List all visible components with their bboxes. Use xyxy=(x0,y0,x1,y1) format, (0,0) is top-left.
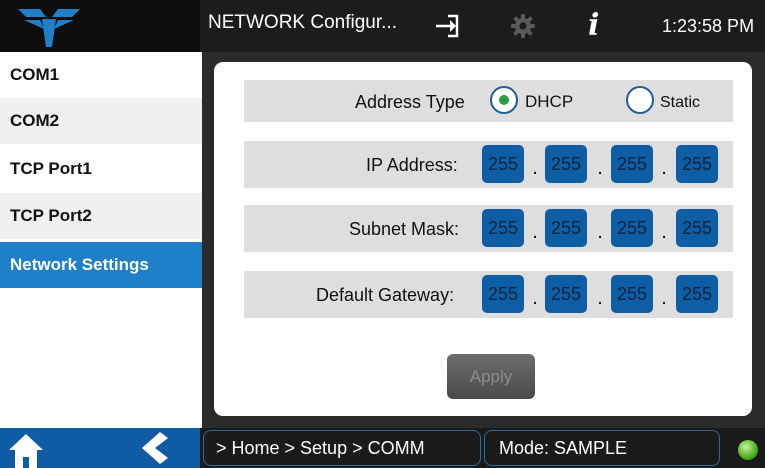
dhcp-radio[interactable] xyxy=(490,86,518,114)
subnet-octet-3[interactable]: 255 xyxy=(611,209,653,247)
sidebar-item-network-settings[interactable]: Network Settings xyxy=(0,242,202,288)
sidebar-item-tcp-port2[interactable]: TCP Port2 xyxy=(0,193,202,239)
page-title: NETWORK Configur... xyxy=(208,12,397,33)
subnet-separator: . xyxy=(661,221,667,243)
ip-octet-1[interactable]: 255 xyxy=(482,145,524,183)
sidebar-item-com2[interactable]: COM2 xyxy=(0,98,202,144)
subnet-octet-2[interactable]: 255 xyxy=(545,209,587,247)
default-gateway-label: Default Gateway: xyxy=(316,285,455,305)
mode-status: Mode: SAMPLE xyxy=(484,430,720,466)
gateway-octet-3[interactable]: 255 xyxy=(611,275,653,313)
back-icon xyxy=(142,432,168,464)
breadcrumb: > Home > Setup > COMM xyxy=(203,430,481,466)
sidebar-item-com1[interactable]: COM1 xyxy=(0,52,202,98)
sidebar: COM1 COM2 TCP Port1 TCP Port2 Network Se… xyxy=(0,52,202,428)
ip-octet-4[interactable]: 255 xyxy=(676,145,718,183)
home-icon xyxy=(9,434,43,468)
logo xyxy=(0,0,200,52)
ip-separator: . xyxy=(532,157,538,179)
static-radio-label[interactable]: Static xyxy=(660,94,700,112)
apply-button[interactable]: Apply xyxy=(447,354,535,399)
bottom-bar: > Home > Setup > COMM Mode: SAMPLE xyxy=(0,428,765,468)
static-radio[interactable] xyxy=(626,86,654,114)
ip-separator: . xyxy=(661,157,667,179)
subnet-octet-4[interactable]: 255 xyxy=(676,209,718,247)
radio-selected-dot xyxy=(499,95,509,105)
gateway-separator: . xyxy=(661,287,667,309)
back-button[interactable] xyxy=(100,428,200,468)
ip-octet-2[interactable]: 255 xyxy=(545,145,587,183)
ip-separator: . xyxy=(597,157,603,179)
exit-icon[interactable] xyxy=(434,13,460,39)
gateway-separator: . xyxy=(532,287,538,309)
subnet-octet-1[interactable]: 255 xyxy=(482,209,524,247)
gateway-octet-4[interactable]: 255 xyxy=(676,275,718,313)
gateway-separator: . xyxy=(597,287,603,309)
subnet-separator: . xyxy=(532,221,538,243)
sidebar-item-tcp-port1[interactable]: TCP Port1 xyxy=(0,146,202,192)
info-icon[interactable]: i xyxy=(588,8,599,44)
top-bar: NETWORK Configur... i 1:23:58 PM xyxy=(0,0,765,52)
ip-address-label: IP Address: xyxy=(366,155,458,175)
status-led-icon xyxy=(738,440,758,460)
dhcp-radio-label[interactable]: DHCP xyxy=(525,92,573,112)
gear-icon[interactable] xyxy=(510,13,536,39)
address-type-label: Address Type xyxy=(355,92,465,112)
subnet-mask-label: Subnet Mask: xyxy=(349,219,460,239)
gateway-octet-2[interactable]: 255 xyxy=(545,275,587,313)
teledyne-logo-icon xyxy=(18,9,80,47)
gateway-octet-1[interactable]: 255 xyxy=(482,275,524,313)
clock: 1:23:58 PM xyxy=(662,16,755,36)
ip-octet-3[interactable]: 255 xyxy=(611,145,653,183)
subnet-separator: . xyxy=(597,221,603,243)
home-button[interactable] xyxy=(0,428,100,468)
